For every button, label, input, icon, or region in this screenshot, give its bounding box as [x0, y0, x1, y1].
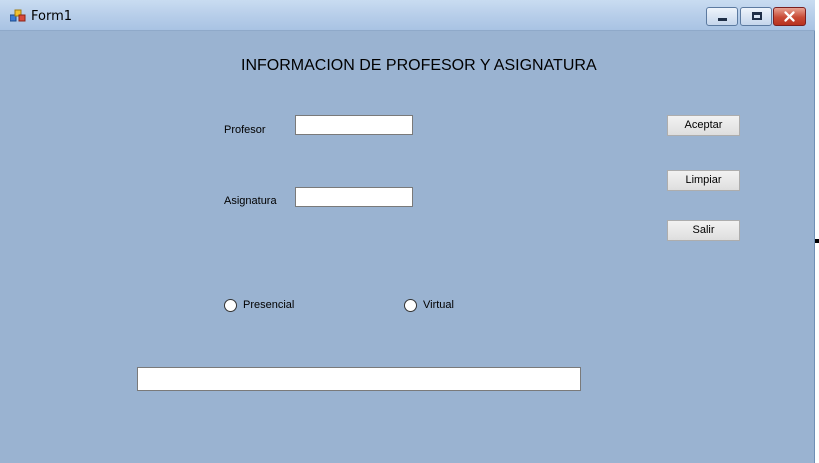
form1-window: Form1 INFORMACION DE PROFESOR Y ASIGNATU…: [0, 0, 815, 463]
presencial-label: Presencial: [243, 299, 295, 311]
close-icon: [784, 11, 795, 22]
profesor-input[interactable]: [295, 115, 413, 135]
limpiar-button[interactable]: Limpiar: [667, 170, 740, 191]
minimize-icon: [718, 18, 727, 21]
presencial-radio-circle[interactable]: [224, 299, 237, 312]
form-heading: INFORMACION DE PROFESOR Y ASIGNATURA: [241, 57, 597, 74]
asignatura-label: Asignatura: [224, 195, 277, 207]
aceptar-button[interactable]: Aceptar: [667, 115, 740, 136]
close-button[interactable]: [773, 7, 806, 26]
maximize-button[interactable]: [740, 7, 772, 26]
title-bar[interactable]: Form1: [0, 0, 815, 31]
window-title: Form1: [31, 9, 73, 24]
maximize-icon: [752, 12, 762, 20]
form-app-icon: [10, 9, 26, 22]
salir-button[interactable]: Salir: [667, 220, 740, 241]
profesor-label: Profesor: [224, 124, 266, 136]
virtual-label: Virtual: [423, 299, 454, 311]
minimize-button[interactable]: [706, 7, 738, 26]
asignatura-input[interactable]: [295, 187, 413, 207]
result-textbox[interactable]: [137, 367, 581, 391]
virtual-radio-circle[interactable]: [404, 299, 417, 312]
resize-handle[interactable]: [815, 239, 819, 243]
